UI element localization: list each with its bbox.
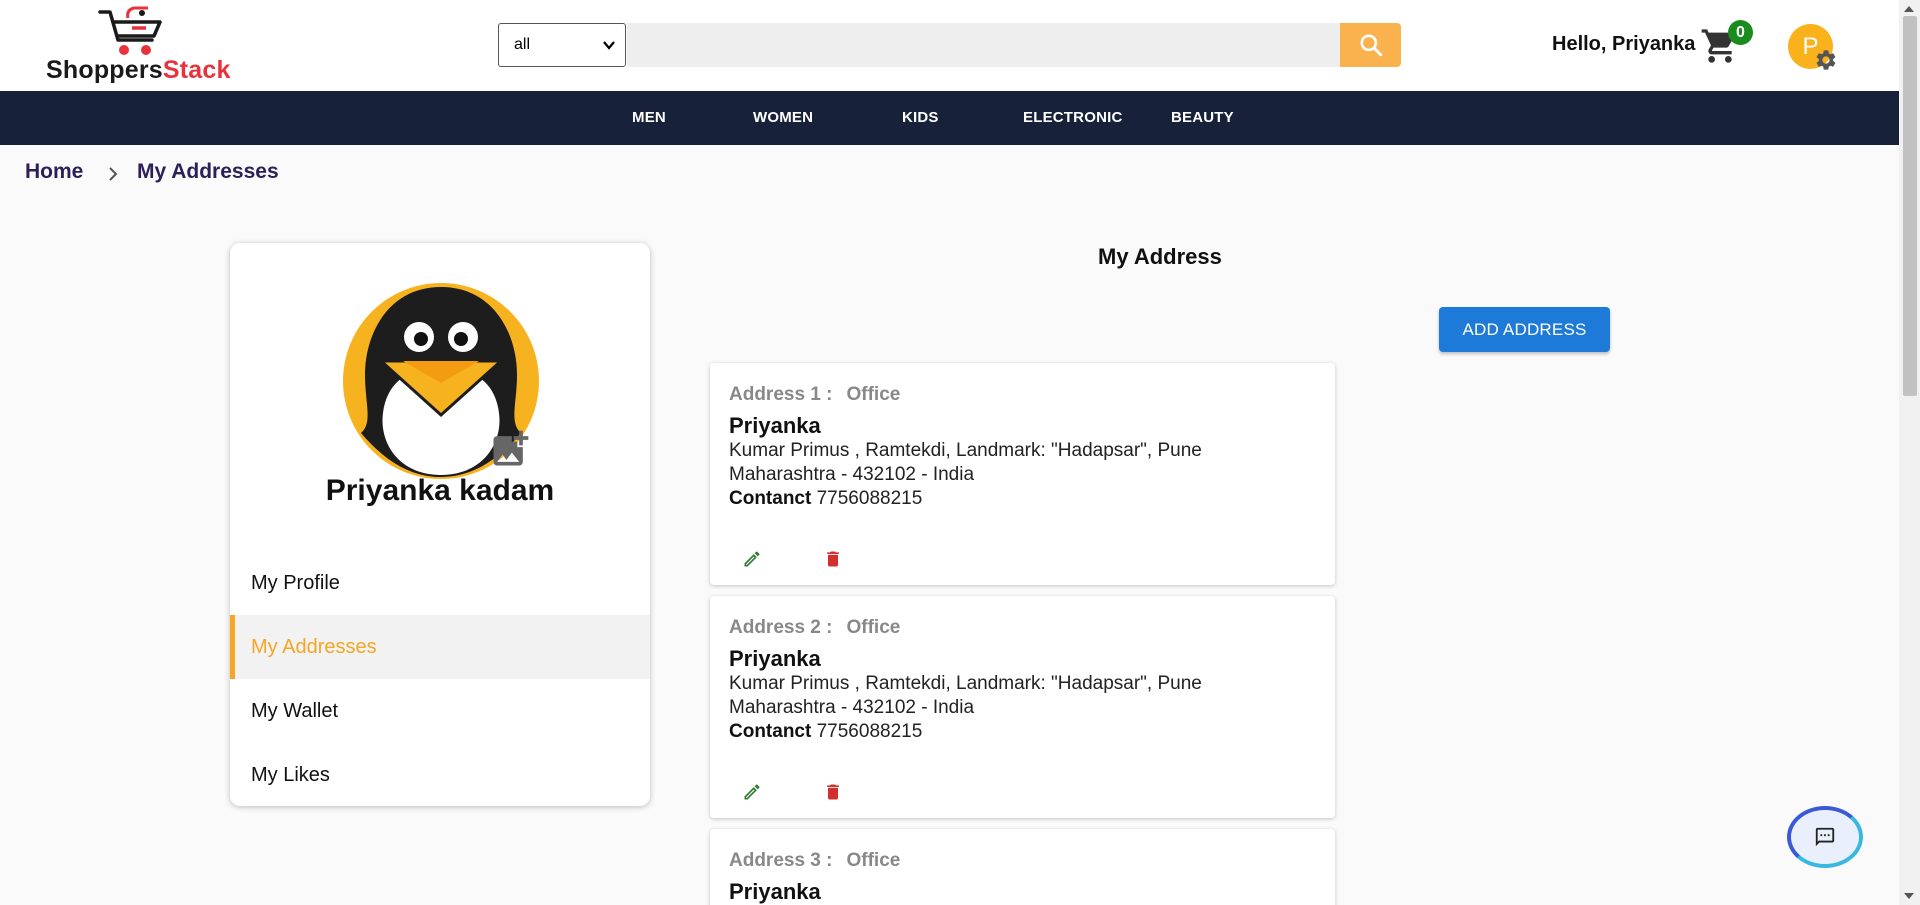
nav-item-electronic[interactable]: ELECTRONIC xyxy=(1023,91,1123,145)
add-photo-icon[interactable] xyxy=(488,427,532,471)
gear-icon[interactable] xyxy=(1814,48,1838,72)
address-type: Office xyxy=(846,617,901,638)
address-name: Priyanka xyxy=(729,413,821,438)
contact-label: Contanct xyxy=(729,488,812,509)
logo-text: ShoppersStack xyxy=(46,56,231,84)
add-address-button[interactable]: ADD ADDRESS xyxy=(1439,307,1610,352)
address-card: Address 2 : Office Priyanka Kumar Primus … xyxy=(710,596,1335,818)
top-header: ShoppersStack all Hello, Priyanka 0 P xyxy=(0,0,1899,91)
address-line2: Maharashtra - 432102 - India xyxy=(729,464,975,485)
address-label: Address 3 : xyxy=(729,850,833,871)
contact-number: 7756088215 xyxy=(816,488,923,509)
address-line2: Maharashtra - 432102 - India xyxy=(729,697,975,718)
category-selected-value: all xyxy=(514,36,531,53)
logo-cart-icon xyxy=(98,6,162,55)
search-button[interactable] xyxy=(1340,23,1401,67)
chat-support-button[interactable] xyxy=(1787,806,1863,868)
address-contact: Contanct 7756088215 xyxy=(729,488,922,510)
cart-count-badge: 0 xyxy=(1728,20,1753,45)
address-card: Address 3 : Office Priyanka xyxy=(710,829,1335,905)
address-card: Address 1 : Office Priyanka Kumar Primus … xyxy=(710,363,1335,585)
menu-item-my-likes[interactable]: My Likes xyxy=(230,743,650,806)
profile-name: Priyanka kadam xyxy=(325,474,555,507)
search-input[interactable] xyxy=(627,23,1340,67)
nav-item-kids[interactable]: KIDS xyxy=(902,91,939,145)
address-header: Address 3 : Office xyxy=(729,850,900,872)
category-select[interactable]: all xyxy=(498,23,626,67)
scroll-down-arrow-icon[interactable] xyxy=(1904,893,1914,901)
shoppersstack-logo[interactable]: ShoppersStack xyxy=(46,4,246,88)
page-title: My Address xyxy=(1098,244,1222,269)
nav-item-women[interactable]: WOMEN xyxy=(753,91,813,145)
menu-item-my-addresses[interactable]: My Addresses xyxy=(230,615,650,679)
edit-pencil-icon[interactable] xyxy=(742,549,762,569)
contact-label: Contanct xyxy=(729,721,812,742)
chat-icon xyxy=(1815,827,1835,847)
category-navbar: MEN WOMEN KIDS ELECTRONIC BEAUTY xyxy=(0,91,1899,145)
chevron-right-icon xyxy=(109,167,118,181)
address-label: Address 2 : xyxy=(729,617,833,638)
address-label: Address 1 : xyxy=(729,384,833,405)
breadcrumb-current: My Addresses xyxy=(137,160,279,183)
scroll-up-arrow-icon[interactable] xyxy=(1904,4,1914,12)
address-header: Address 2 : Office xyxy=(729,617,900,639)
contact-number: 7756088215 xyxy=(816,721,923,742)
breadcrumb-home-link[interactable]: Home xyxy=(25,160,83,184)
address-line1: Kumar Primus , Ramtekdi, Landmark: "Hada… xyxy=(729,440,1202,461)
nav-item-men[interactable]: MEN xyxy=(632,91,666,145)
scrollbar-thumb[interactable] xyxy=(1903,16,1917,396)
search-icon xyxy=(1359,34,1382,57)
delete-trash-icon[interactable] xyxy=(823,548,843,570)
address-line1: Kumar Primus , Ramtekdi, Landmark: "Hada… xyxy=(729,673,1202,694)
chevron-down-icon xyxy=(603,41,615,50)
address-name: Priyanka xyxy=(729,646,821,671)
nav-item-beauty[interactable]: BEAUTY xyxy=(1171,91,1234,145)
profile-sidebar: Priyanka kadam My Profile My Addresses M… xyxy=(230,243,650,806)
edit-pencil-icon[interactable] xyxy=(742,782,762,802)
delete-trash-icon[interactable] xyxy=(823,781,843,803)
address-name: Priyanka xyxy=(729,879,821,904)
address-type: Office xyxy=(846,850,901,871)
greeting: Hello, Priyanka xyxy=(1552,33,1696,55)
address-contact: Contanct 7756088215 xyxy=(729,721,922,743)
address-header: Address 1 : Office xyxy=(729,384,900,406)
address-type: Office xyxy=(846,384,901,405)
menu-item-my-wallet[interactable]: My Wallet xyxy=(230,679,650,743)
menu-item-my-profile[interactable]: My Profile xyxy=(230,551,650,615)
